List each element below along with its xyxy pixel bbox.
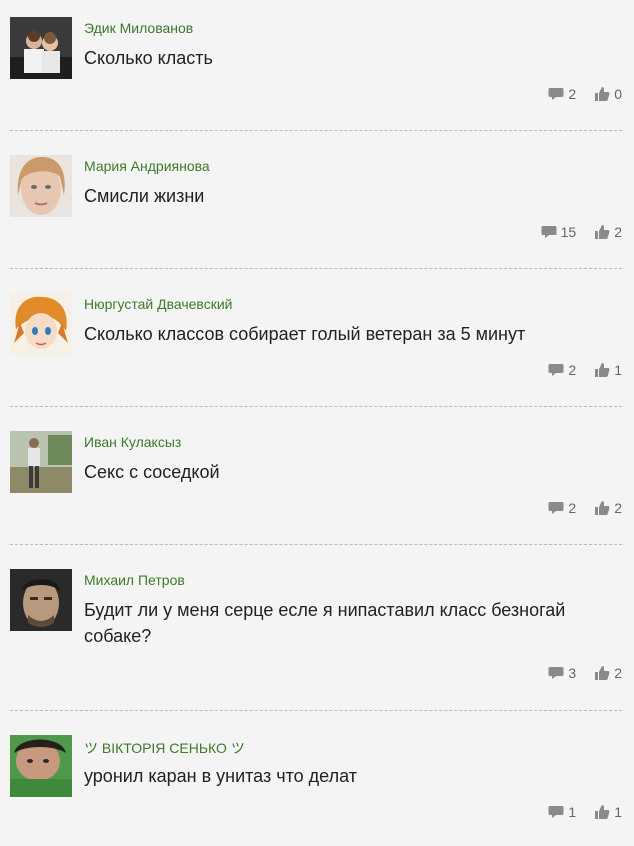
comments-counter[interactable]: 2 xyxy=(548,362,576,378)
speech-bubble-icon xyxy=(541,226,557,238)
post-stats: 1 1 xyxy=(548,802,622,822)
comments-counter[interactable]: 1 xyxy=(548,804,576,820)
likes-counter[interactable]: 2 xyxy=(594,500,622,516)
speech-bubble-icon xyxy=(548,364,564,376)
likes-count: 1 xyxy=(614,362,622,378)
likes-counter[interactable]: 1 xyxy=(594,362,622,378)
thumbs-up-icon xyxy=(595,501,610,515)
thumbs-up-icon xyxy=(595,87,610,101)
post-text[interactable]: Секс с соседкой xyxy=(84,459,604,485)
avatar[interactable] xyxy=(10,155,72,217)
author-name[interactable]: Михаил Петров xyxy=(84,572,185,588)
comments-counter[interactable]: 2 xyxy=(548,86,576,102)
likes-counter[interactable]: 2 xyxy=(594,665,622,681)
thumbs-up-icon xyxy=(595,805,610,819)
comments-count: 2 xyxy=(568,500,577,516)
post-text[interactable]: уронил каран в унитаз что делат xyxy=(84,763,604,789)
speech-bubble-icon xyxy=(548,502,564,514)
post-stats: 15 2 xyxy=(541,222,622,242)
avatar-photo xyxy=(10,17,72,79)
divider xyxy=(10,406,622,407)
divider xyxy=(10,544,622,545)
author-name[interactable]: ツ ВІКТОРІЯ СЕНЬКО ツ xyxy=(84,738,245,758)
avatar-photo xyxy=(10,735,72,797)
likes-counter[interactable]: 1 xyxy=(594,804,622,820)
divider xyxy=(10,130,622,131)
post-stats: 3 2 xyxy=(548,663,622,683)
post-text[interactable]: Смисли жизни xyxy=(84,183,604,209)
likes-counter[interactable]: 2 xyxy=(594,224,622,240)
comment-feed: Эдик Милованов Сколько класть 2 0 Мария … xyxy=(0,0,634,846)
thumbs-up-icon xyxy=(595,363,610,377)
thumbs-up-icon xyxy=(595,666,610,680)
author-name[interactable]: Иван Кулаксыз xyxy=(84,434,181,450)
comments-count: 1 xyxy=(568,804,577,820)
likes-count: 1 xyxy=(614,804,622,820)
post-stats: 2 2 xyxy=(548,498,622,518)
author-name[interactable]: Мария Андриянова xyxy=(84,158,210,174)
avatar-photo xyxy=(10,155,72,217)
likes-count: 0 xyxy=(614,86,622,102)
speech-bubble-icon xyxy=(548,667,564,679)
likes-count: 2 xyxy=(614,224,622,240)
author-name[interactable]: Эдик Милованов xyxy=(84,20,193,36)
post-stats: 2 0 xyxy=(548,84,622,104)
likes-count: 2 xyxy=(614,665,622,681)
avatar-photo xyxy=(10,293,72,355)
post-stats: 2 1 xyxy=(548,360,622,380)
comments-count: 3 xyxy=(568,665,577,681)
avatar[interactable] xyxy=(10,735,72,797)
comments-count: 15 xyxy=(560,224,577,240)
divider xyxy=(10,268,622,269)
post-text[interactable]: Будит ли у меня серце есле я нипаставил … xyxy=(84,597,604,649)
avatar[interactable] xyxy=(10,431,72,493)
likes-count: 2 xyxy=(614,500,622,516)
likes-counter[interactable]: 0 xyxy=(594,86,622,102)
comments-count: 2 xyxy=(568,362,577,378)
speech-bubble-icon xyxy=(548,806,564,818)
thumbs-up-icon xyxy=(595,225,610,239)
author-name[interactable]: Нюргустай Двачевский xyxy=(84,296,232,312)
divider xyxy=(10,710,622,711)
comments-count: 2 xyxy=(568,86,577,102)
avatar[interactable] xyxy=(10,17,72,79)
speech-bubble-icon xyxy=(548,88,564,100)
avatar-photo xyxy=(10,569,72,631)
avatar-photo xyxy=(10,431,72,493)
comments-counter[interactable]: 2 xyxy=(548,500,576,516)
avatar[interactable] xyxy=(10,569,72,631)
avatar[interactable] xyxy=(10,293,72,355)
comments-counter[interactable]: 3 xyxy=(548,665,576,681)
post-text[interactable]: Сколько класть xyxy=(84,45,604,71)
post-text[interactable]: Сколько классов собирает голый ветеран з… xyxy=(84,321,604,347)
comments-counter[interactable]: 15 xyxy=(541,224,577,240)
